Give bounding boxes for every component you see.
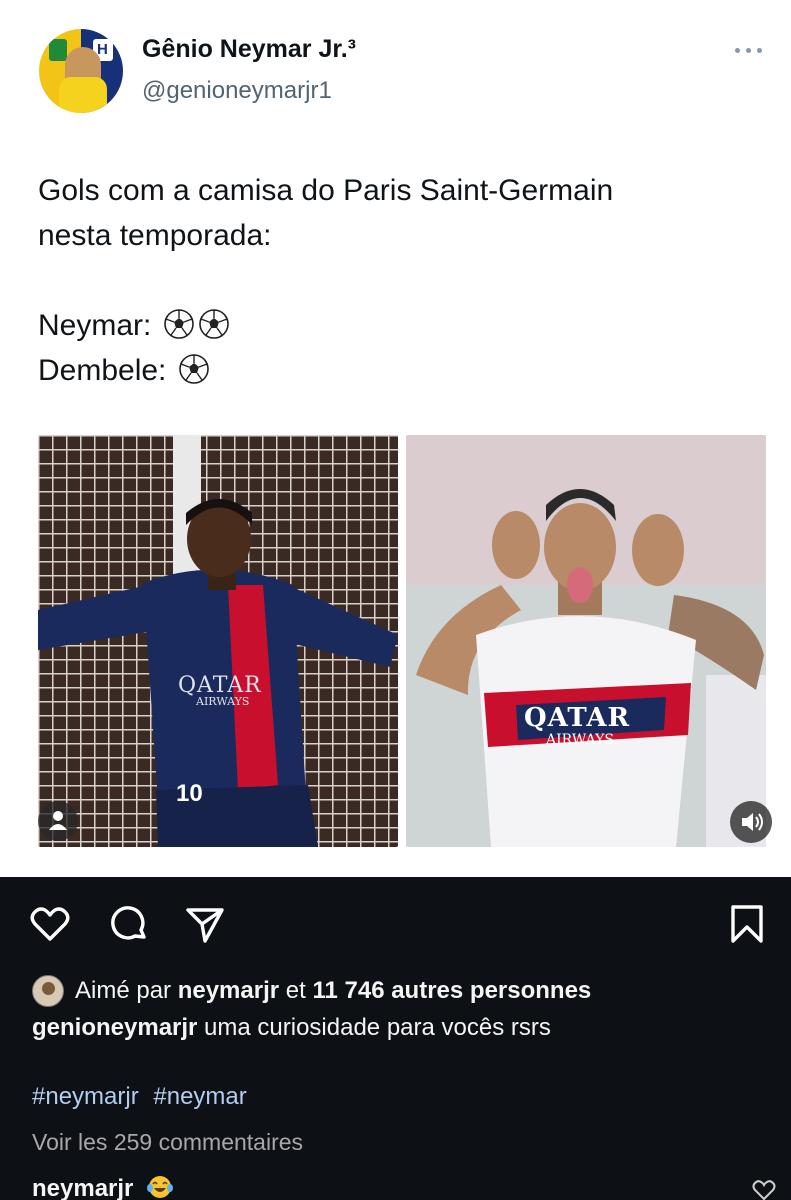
shirt-sponsor-subtext: AIRWAYS <box>546 732 614 748</box>
likes-summary[interactable]: Aimé par neymarjr et 11 746 autres perso… <box>32 974 591 1008</box>
speaker-icon[interactable] <box>730 801 772 843</box>
soccer-ball-icon <box>198 309 229 339</box>
tweet-card: Gênio Neymar Jr.³ @genioneymarjr1 Gols c… <box>0 0 791 877</box>
avatar-figure <box>59 47 107 113</box>
caption-text: uma curiosidade para vocês rsrs <box>197 1014 551 1041</box>
laughing-tears-emoji-icon <box>147 1176 174 1198</box>
user-handle[interactable]: @genioneymarjr1 <box>142 77 332 105</box>
player-goals-neymar: Neymar: <box>38 303 758 348</box>
tweet-text-line: nesta temporada: <box>38 219 272 252</box>
comment-icon[interactable] <box>106 902 150 946</box>
player-label: Neymar: <box>38 309 152 342</box>
hashtag-link[interactable]: #neymarjr <box>32 1083 139 1110</box>
heart-icon[interactable] <box>28 902 72 946</box>
tweet-photo-neymar[interactable]: QATAR AIRWAYS <box>406 435 766 847</box>
comment-username[interactable]: neymarjr <box>32 1175 133 1200</box>
share-icon[interactable] <box>183 902 227 946</box>
liker-avatar <box>32 975 64 1007</box>
shirt-sponsor-subtext: AIRWAYS <box>196 695 250 708</box>
shirt-number: 10 <box>176 780 203 807</box>
likes-prefix: Aimé par <box>75 977 178 1004</box>
person-icon[interactable] <box>38 801 78 841</box>
tweet-photo-dembele[interactable]: QATAR AIRWAYS 10 <box>38 435 398 847</box>
comment-heart-icon[interactable] <box>751 1178 777 1200</box>
soccer-ball-icon <box>178 354 209 384</box>
caption-username[interactable]: genioneymarjr <box>32 1014 197 1041</box>
instagram-post-footer: Aimé par neymarjr et 11 746 autres perso… <box>0 877 791 1200</box>
brazil-badge-icon <box>49 39 67 61</box>
player-label: Dembele: <box>38 354 167 387</box>
likes-count[interactable]: 11 746 autres personnes <box>312 977 591 1005</box>
shirt-sponsor-text: QATAR <box>524 703 631 733</box>
more-dots-icon[interactable] <box>733 40 765 60</box>
tweet-text: Gols com a camisa do Paris Saint-Germain… <box>38 168 758 393</box>
comment-item: neymarjr <box>32 1174 174 1200</box>
player-goals-dembele: Dembele: <box>38 348 758 393</box>
hashtags: #neymarjr #neymar <box>32 1083 255 1111</box>
likes-user[interactable]: neymarjr <box>178 977 279 1005</box>
tweet-text-line: Gols com a camisa do Paris Saint-Germain <box>38 174 614 207</box>
post-actions-bar <box>0 877 791 967</box>
display-name[interactable]: Gênio Neymar Jr.³ <box>142 35 356 64</box>
profile-avatar[interactable] <box>37 27 125 115</box>
bookmark-icon[interactable] <box>725 902 769 946</box>
goal-balls <box>160 309 230 342</box>
soccer-ball-icon <box>163 309 194 339</box>
post-caption: genioneymarjr uma curiosidade para vocês… <box>32 1014 551 1042</box>
hashtag-link[interactable]: #neymar <box>153 1083 246 1110</box>
goal-balls <box>175 354 210 387</box>
view-comments-link[interactable]: Voir les 259 commentaires <box>32 1129 303 1156</box>
likes-middle: et <box>279 977 313 1004</box>
